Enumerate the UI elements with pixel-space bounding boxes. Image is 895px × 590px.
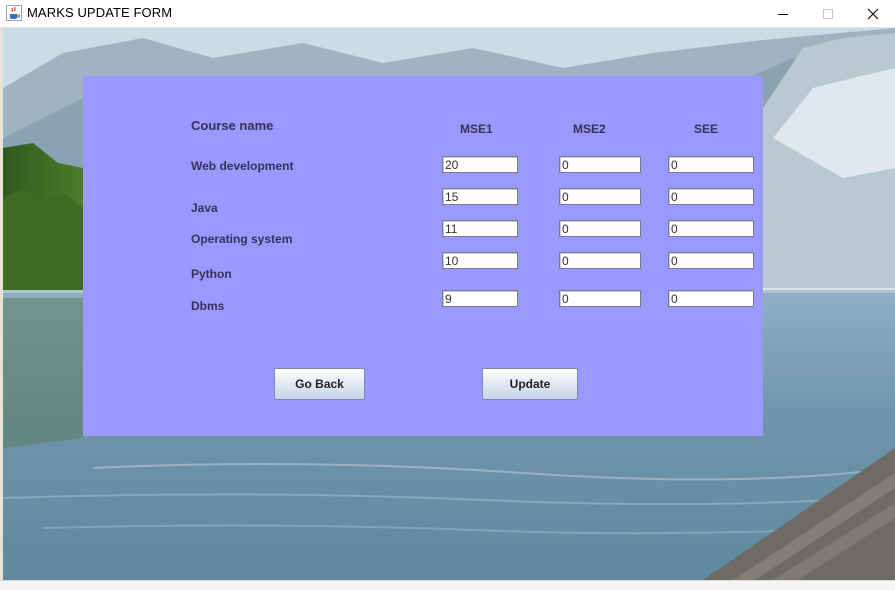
operating-system-see-field[interactable] [668, 220, 754, 237]
marks-form-panel: Course name MSE1 MSE2 SEE Web developmen… [83, 76, 763, 436]
course-label-python: Python [191, 267, 232, 281]
close-button[interactable] [850, 0, 895, 27]
dbms-see-field[interactable] [668, 290, 754, 307]
web-development-see-field[interactable] [668, 156, 754, 173]
header-see: SEE [694, 122, 719, 136]
go-back-button[interactable]: Go Back [274, 368, 365, 400]
window-title: MARKS UPDATE FORM [27, 5, 173, 20]
operating-system-mse2-field[interactable] [559, 220, 641, 237]
header-mse2: MSE2 [573, 122, 606, 136]
java-mse2-field[interactable] [559, 188, 641, 205]
java-cup-icon [6, 5, 22, 21]
java-see-field[interactable] [668, 188, 754, 205]
java-mse1-field[interactable] [442, 188, 518, 205]
close-icon [867, 8, 878, 19]
header-course-name: Course name [191, 118, 274, 133]
course-label-web-development: Web development [191, 159, 294, 173]
python-mse1-field[interactable] [442, 252, 518, 269]
header-mse1: MSE1 [460, 122, 493, 136]
web-development-mse1-field[interactable] [442, 156, 518, 173]
python-mse2-field[interactable] [559, 252, 641, 269]
minimize-button[interactable] [760, 0, 805, 27]
minimize-icon [777, 13, 788, 15]
maximize-button[interactable] [805, 0, 850, 27]
operating-system-mse1-field[interactable] [442, 220, 518, 237]
course-label-dbms: Dbms [191, 299, 225, 313]
title-bar: MARKS UPDATE FORM [0, 0, 895, 28]
dbms-mse1-field[interactable] [442, 290, 518, 307]
maximize-icon [822, 8, 833, 19]
update-button[interactable]: Update [482, 368, 578, 400]
course-label-java: Java [191, 201, 218, 215]
python-see-field[interactable] [668, 252, 754, 269]
course-label-operating-system: Operating system [191, 232, 293, 246]
dbms-mse2-field[interactable] [559, 290, 641, 307]
web-development-mse2-field[interactable] [559, 156, 641, 173]
